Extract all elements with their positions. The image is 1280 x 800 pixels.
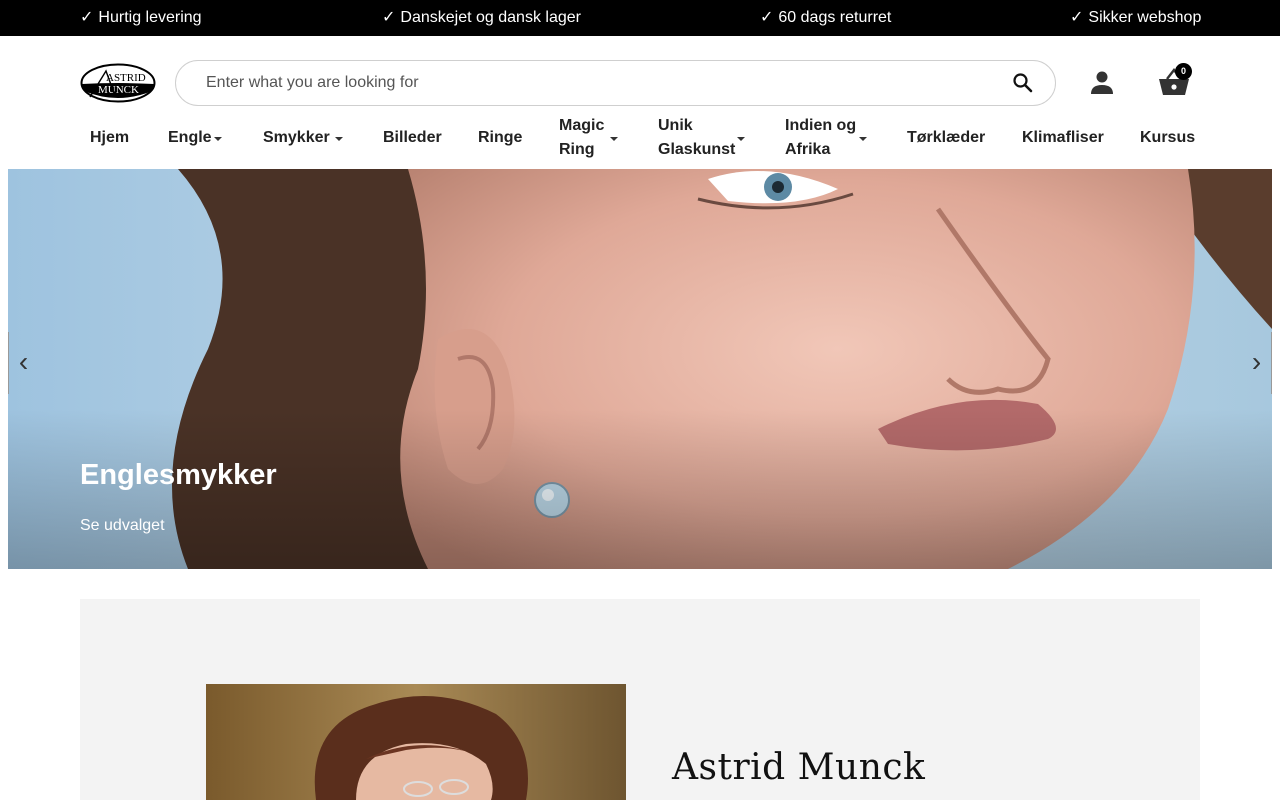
nav-label: Engle xyxy=(168,129,212,146)
caret-down-icon xyxy=(610,137,618,141)
check-icon: ✓ xyxy=(80,9,94,26)
search-button[interactable] xyxy=(1011,71,1035,95)
search-input[interactable] xyxy=(206,61,986,105)
nav-item-hjem[interactable]: Hjem xyxy=(90,126,129,150)
usp-bar: ✓ Hurtig levering ✓ Danskejet og dansk lag… xyxy=(0,0,1280,36)
nav-item-klimafliser[interactable]: Klimafliser xyxy=(1022,126,1104,150)
slider-prev-button[interactable]: ‹ xyxy=(8,332,38,394)
nav-label: Ring xyxy=(559,141,595,158)
nav-label: Indien og xyxy=(785,117,857,134)
usp-text: 60 dags returret xyxy=(778,9,892,26)
check-icon: ✓ xyxy=(382,9,396,26)
usp-item: ✓ Sikker webshop xyxy=(1070,0,1201,36)
about-section: Astrid Munck xyxy=(80,599,1200,800)
logo-text-bottom: MUNCK xyxy=(98,84,139,96)
usp-text: Hurtig levering xyxy=(98,9,202,26)
caret-down-icon xyxy=(737,137,745,141)
caret-down-icon xyxy=(859,137,867,141)
nav-label: Magic xyxy=(559,117,605,134)
logo-text-top: ASTRID xyxy=(106,72,146,84)
search-bar xyxy=(175,60,1056,106)
cart-count-badge: 0 xyxy=(1175,63,1192,80)
nav-label: Afrika xyxy=(785,141,831,158)
nav-label: Smykker xyxy=(263,129,330,146)
nav-item-unik-glaskunst[interactable]: Unik Glaskunst xyxy=(658,114,735,162)
chevron-left-icon: ‹ xyxy=(18,346,29,377)
logo[interactable]: ASTRID MUNCK xyxy=(80,63,156,103)
nav-item-engle[interactable]: Engle xyxy=(168,126,212,150)
nav-label: Unik xyxy=(658,117,693,134)
usp-item: ✓ Danskejet og dansk lager xyxy=(382,0,581,36)
about-name-heading: Astrid Munck xyxy=(672,747,926,788)
nav-item-indien-og-afrika[interactable]: Indien og Afrika xyxy=(785,114,856,162)
hero-image xyxy=(8,169,1272,569)
portrait-image xyxy=(206,684,626,800)
slider-next-button[interactable]: › xyxy=(1242,332,1272,394)
nav-item-smykker[interactable]: Smykker xyxy=(263,126,330,150)
account-button[interactable] xyxy=(1088,69,1116,97)
hero-title: Englesmykker xyxy=(80,459,277,491)
usp-text: Sikker webshop xyxy=(1088,9,1202,26)
check-icon: ✓ xyxy=(760,9,774,26)
account-icon xyxy=(1091,71,1113,94)
nav-item-kursus[interactable]: Kursus xyxy=(1140,126,1195,150)
nav-item-magic-ring[interactable]: Magic Ring xyxy=(559,114,604,162)
caret-down-icon xyxy=(335,137,343,141)
chevron-right-icon: › xyxy=(1251,346,1262,377)
search-icon xyxy=(1013,73,1033,93)
caret-down-icon xyxy=(214,137,222,141)
nav-label: Glaskunst xyxy=(658,141,736,158)
usp-item: ✓ 60 dags returret xyxy=(760,0,891,36)
hero-cta-link[interactable]: Se udvalget xyxy=(80,517,165,535)
usp-item: ✓ Hurtig levering xyxy=(80,0,202,36)
portrait-photo xyxy=(206,684,626,800)
logo-mark: ASTRID MUNCK xyxy=(80,63,156,103)
nav-item-billeder[interactable]: Billeder xyxy=(383,126,442,150)
usp-text: Danskejet og dansk lager xyxy=(400,9,581,26)
nav-item-ringe[interactable]: Ringe xyxy=(478,126,522,150)
nav-item-torklaeder[interactable]: Tørklæder xyxy=(907,126,985,150)
hero-slide[interactable]: Englesmykker Se udvalget xyxy=(8,169,1272,569)
check-icon: ✓ xyxy=(1070,9,1084,26)
